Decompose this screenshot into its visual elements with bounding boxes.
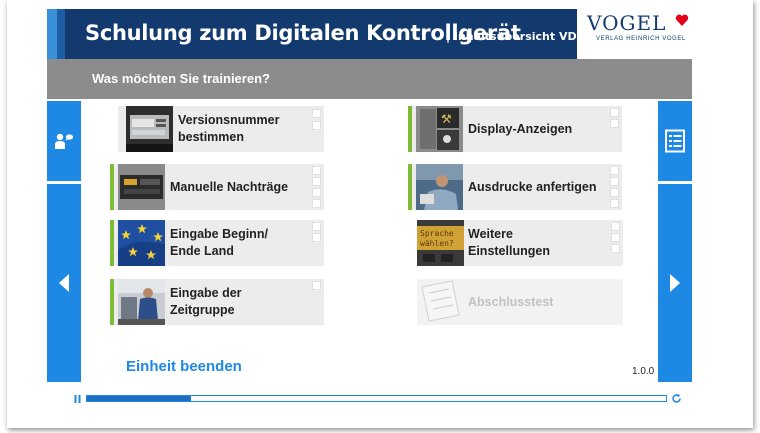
progress-box [610,188,619,197]
progress-box [312,166,321,175]
progress-box [611,233,620,242]
svg-text:wählen?: wählen? [420,239,454,248]
header-stripe-secondary [57,9,65,59]
pause-icon[interactable] [74,395,82,403]
header-bar: Schulung zum Digitalen Kontrollgerät | I… [47,9,692,59]
progress-box [610,177,619,186]
module-label: Eingabe Beginn/ Ende Land [170,227,268,258]
module-tile-abschlusstest: Abschlusstest [417,279,623,325]
driver-truck-thumbnail [118,279,165,325]
completion-marker [110,279,114,325]
page-prompt: Was möchten Sie trainieren? [92,71,270,86]
progress-box [312,109,321,118]
svg-text:Sprache: Sprache [420,229,454,238]
module-tile-eingabe-der-zeitgruppe[interactable]: Eingabe der Zeitgruppe [110,279,324,325]
progress-box [610,119,619,128]
speaker-person-icon [55,133,74,149]
module-label: Weitere Einstellungen [468,227,550,258]
language-display-thumbnail: Sprache wählen? [417,220,464,266]
arrow-right-icon [670,274,680,292]
progress-box [312,233,321,242]
module-tile-versionsnummer[interactable]: Versionsnummer bestimmen [118,106,324,152]
header-stripe [47,9,57,59]
progress-box [610,199,619,208]
progress-box [610,166,619,175]
arrow-left-icon [59,274,69,292]
module-tile-eingabe-beginn-ende-land[interactable]: Eingabe Beginn/ Ende Land [110,220,324,266]
table-of-contents-button[interactable] [658,101,692,181]
next-page-button[interactable] [658,184,692,382]
progress-box [312,281,321,290]
progress-box [312,199,321,208]
display-symbols-thumbnail: ⚒ [416,106,463,152]
module-tile-ausdrucke-anfertigen[interactable]: Ausdrucke anfertigen [408,164,622,210]
publisher-logo-subtitle: VERLAG HEINRICH VOGEL [596,36,686,42]
replay-icon[interactable] [671,393,682,404]
previous-page-button[interactable] [47,184,81,382]
tachograph-unit-thumbnail [118,164,165,210]
progress-box [312,121,321,130]
heart-logo-icon [675,14,689,26]
progress-box [312,177,321,186]
test-sheet-thumbnail [417,279,464,325]
progress-box [312,222,321,231]
progress-box [610,108,619,117]
progress-fill [87,396,192,401]
module-label: Display-Anzeigen [468,121,573,136]
playback-progress-bar[interactable] [86,395,667,402]
progress-box [611,244,620,253]
completion-marker [408,164,412,210]
tachograph-display-thumbnail [126,106,173,152]
end-unit-link[interactable]: Einheit beenden [126,358,242,375]
publisher-logo: VOGEL [587,11,667,35]
subheader-bar: Was möchten Sie trainieren? [47,59,692,99]
progress-box [312,188,321,197]
module-tile-display-anzeigen[interactable]: ⚒ Display-Anzeigen [408,106,622,152]
completion-marker [110,164,114,210]
completion-marker [110,220,114,266]
module-tile-manuelle-nachtraege[interactable]: Manuelle Nachträge [110,164,324,210]
svg-text:⚒: ⚒ [441,112,452,126]
module-label: Abschlusstest [468,294,554,309]
driver-printing-thumbnail [416,164,463,210]
module-label: Manuelle Nachträge [170,179,289,194]
module-label: Versionsnummer bestimmen [178,113,280,144]
document-list-icon [665,129,685,153]
module-label: Ausdrucke anfertigen [468,179,597,194]
completion-marker [408,106,412,152]
progress-box [611,222,620,231]
module-label: Eingabe der Zeitgruppe [170,286,242,317]
version-number: 1.0.0 [632,366,655,377]
eu-flag-thumbnail [118,220,165,266]
audio-narration-button[interactable] [47,101,81,181]
module-tile-weitere-einstellungen[interactable]: Sprache wählen? Weitere Einstellungen [417,220,623,266]
